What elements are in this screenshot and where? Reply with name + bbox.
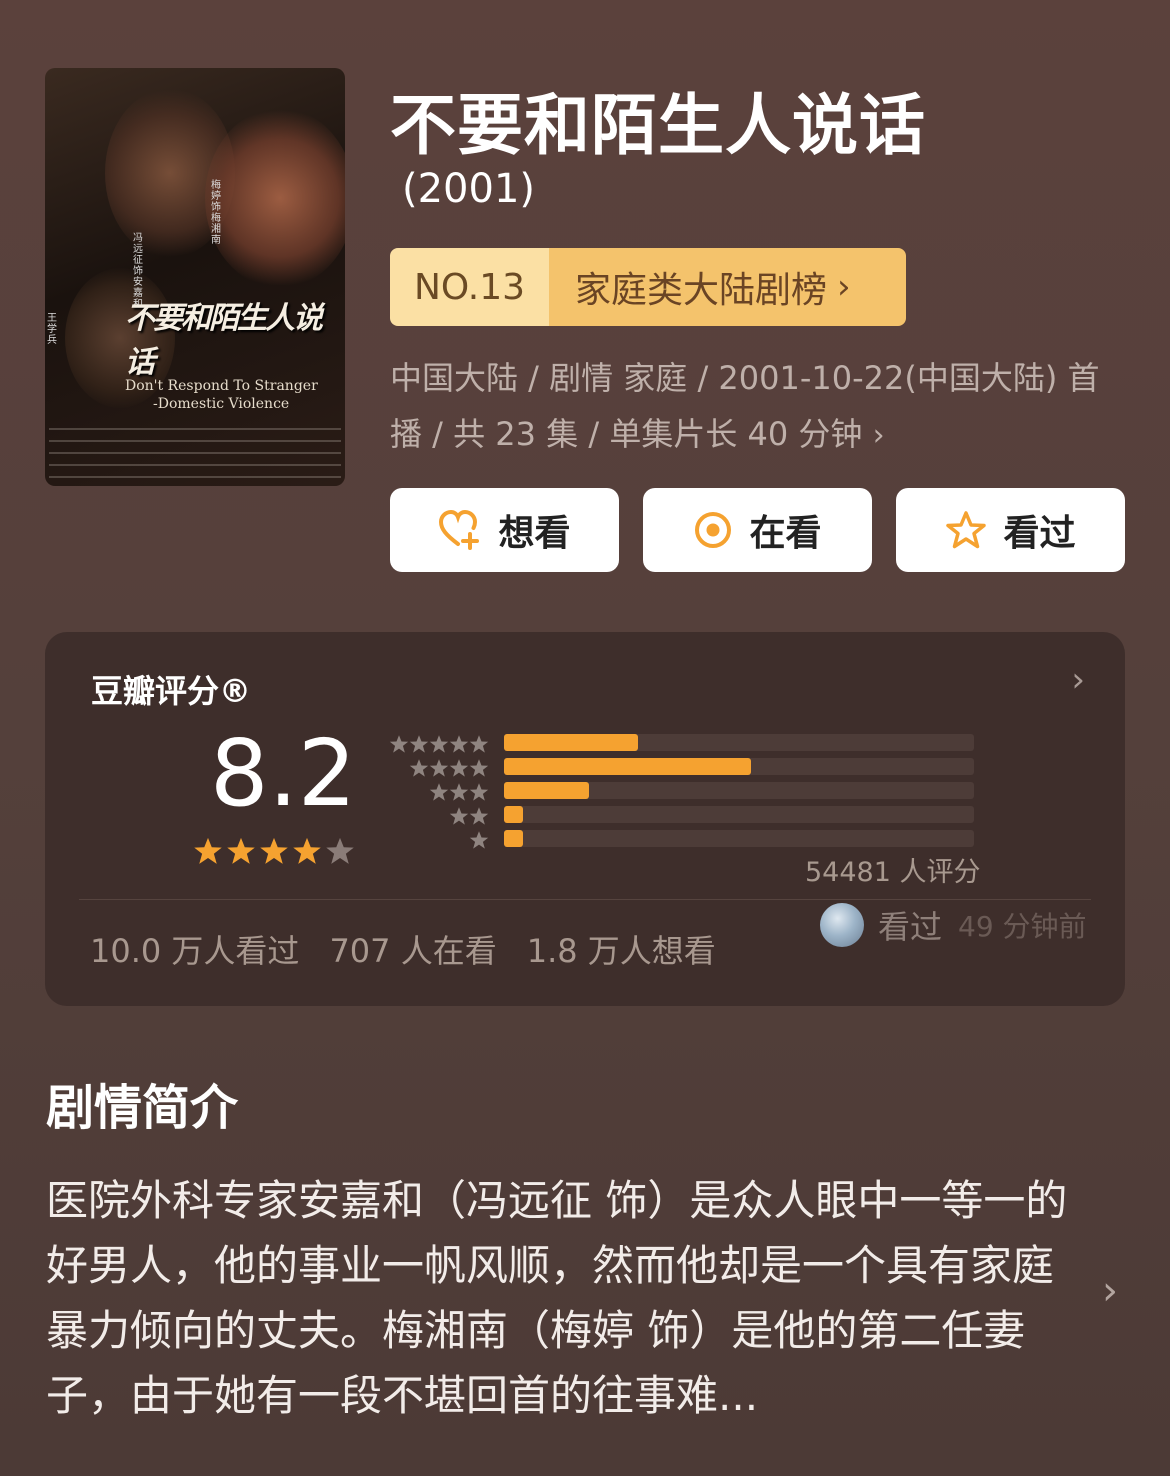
- watched-label: 看过: [1003, 513, 1076, 554]
- star-icon: [429, 759, 449, 777]
- rank-number: NO.13: [390, 248, 549, 326]
- distribution-star-label: [383, 780, 489, 804]
- star-icon: [469, 783, 489, 801]
- distribution-star-label: [383, 756, 489, 780]
- chevron-right-icon: ›: [837, 267, 851, 307]
- rating-card[interactable]: 豆瓣评分® › 8.2 54481 人评分 10.0 万人看过 707 人在看 …: [45, 632, 1125, 1006]
- distribution-bar-1-star: [504, 830, 523, 847]
- heart-plus-icon: [439, 510, 480, 550]
- star-empty-icon: [326, 837, 354, 864]
- release-year: (2001): [402, 166, 536, 212]
- poster-image[interactable]: 梅婷 饰梅湘南 冯远征 饰安嘉和 王学兵 不要和陌生人说话 Don't Resp…: [45, 68, 345, 486]
- rating-distribution-bars: [504, 734, 974, 854]
- star-icon: [409, 735, 429, 753]
- chevron-right-icon[interactable]: ›: [1102, 1268, 1118, 1314]
- friend-action: 看过: [878, 908, 943, 946]
- distribution-bar-5-star: [504, 734, 638, 751]
- watching-button[interactable]: 在看: [643, 488, 872, 572]
- divider: [79, 899, 1091, 900]
- star-icon: [389, 735, 409, 753]
- star-filled-icon: [293, 837, 321, 864]
- star-filled-icon: [260, 837, 288, 864]
- want-to-watch-button[interactable]: 想看: [390, 488, 619, 572]
- rank-list-label: 家庭类大陆剧榜: [575, 270, 828, 311]
- star-icon: [449, 759, 469, 777]
- meta-line-2: 播 / 共 23 集 / 单集片长 40 分钟: [390, 415, 863, 453]
- rating-stars: [193, 836, 355, 866]
- poster-cast-1: 梅婷 饰梅湘南: [211, 180, 221, 246]
- synopsis-text[interactable]: 医院外科专家安嘉和（冯远征 饰）是众人眼中一等一的好男人，他的事业一帆风顺，然而…: [46, 1168, 1076, 1428]
- distribution-star-label: [383, 804, 489, 828]
- star-icon: [469, 759, 489, 777]
- rating-score: 8.2: [210, 720, 357, 827]
- poster-cast-3: 王学兵: [47, 313, 57, 346]
- meta-line-1: 中国大陆 / 剧情 家庭 / 2001-10-22(中国大陆) 首: [390, 359, 1100, 397]
- rank-badge[interactable]: NO.13 家庭类大陆剧榜 ›: [390, 248, 906, 326]
- poster-english-subtitle: -Domestic Violence: [153, 396, 290, 412]
- distribution-bar-2-star: [504, 806, 523, 823]
- distribution-bar-4-star: [504, 758, 751, 775]
- page-title: 不要和陌生人说话: [390, 87, 926, 164]
- want-to-watch-label: 想看: [498, 513, 571, 554]
- friend-time: 49 分钟前: [958, 910, 1087, 943]
- watched-button[interactable]: 看过: [896, 488, 1125, 572]
- distribution-bar-3-star: [504, 782, 589, 799]
- star-icon: [469, 807, 489, 825]
- star-icon: [469, 831, 489, 849]
- rank-list-link: 家庭类大陆剧榜 ›: [549, 248, 906, 326]
- distribution-star-label: [383, 732, 489, 756]
- watching-count[interactable]: 707 人在看: [329, 926, 496, 972]
- chevron-right-icon: ›: [872, 418, 885, 453]
- watch-stats: 10.0 万人看过 707 人在看 1.8 万人想看: [90, 926, 716, 972]
- avatar: [820, 903, 864, 947]
- distribution-star-label: [383, 828, 489, 852]
- show-meta[interactable]: 中国大陆 / 剧情 家庭 / 2001-10-22(中国大陆) 首 播 / 共 …: [390, 350, 1120, 464]
- poster-fine-print: [49, 428, 341, 478]
- distribution-star-labels: [383, 732, 489, 852]
- star-icon: [429, 783, 449, 801]
- star-icon: [449, 783, 469, 801]
- rating-count: 54481 人评分: [805, 857, 981, 888]
- distribution-bar-track: [504, 758, 974, 775]
- star-filled-icon: [227, 837, 255, 864]
- star-filled-icon: [194, 837, 222, 864]
- star-icon: [429, 735, 449, 753]
- star-icon: [449, 735, 469, 753]
- watched-count[interactable]: 10.0 万人看过: [90, 926, 299, 972]
- poster-english-title: Don't Respond To Stranger: [125, 378, 318, 394]
- star-icon: [449, 807, 469, 825]
- poster-figure-woman: [205, 108, 345, 288]
- distribution-bar-track: [504, 782, 974, 799]
- watching-label: 在看: [749, 513, 822, 554]
- friend-activity[interactable]: 看过 49 分钟前: [820, 902, 1087, 948]
- star-outline-icon: [946, 511, 987, 549]
- distribution-bar-track: [504, 734, 974, 751]
- poster-title: 不要和陌生人说话: [125, 301, 323, 380]
- rating-label: 豆瓣评分®: [91, 672, 252, 710]
- distribution-bar-track: [504, 830, 974, 847]
- want-count[interactable]: 1.8 万人想看: [527, 926, 716, 972]
- star-icon: [409, 759, 429, 777]
- distribution-bar-track: [504, 806, 974, 823]
- star-icon: [469, 735, 489, 753]
- target-icon: [695, 512, 732, 548]
- synopsis-heading: 剧情简介: [46, 1080, 239, 1136]
- chevron-right-icon[interactable]: ›: [1071, 660, 1085, 700]
